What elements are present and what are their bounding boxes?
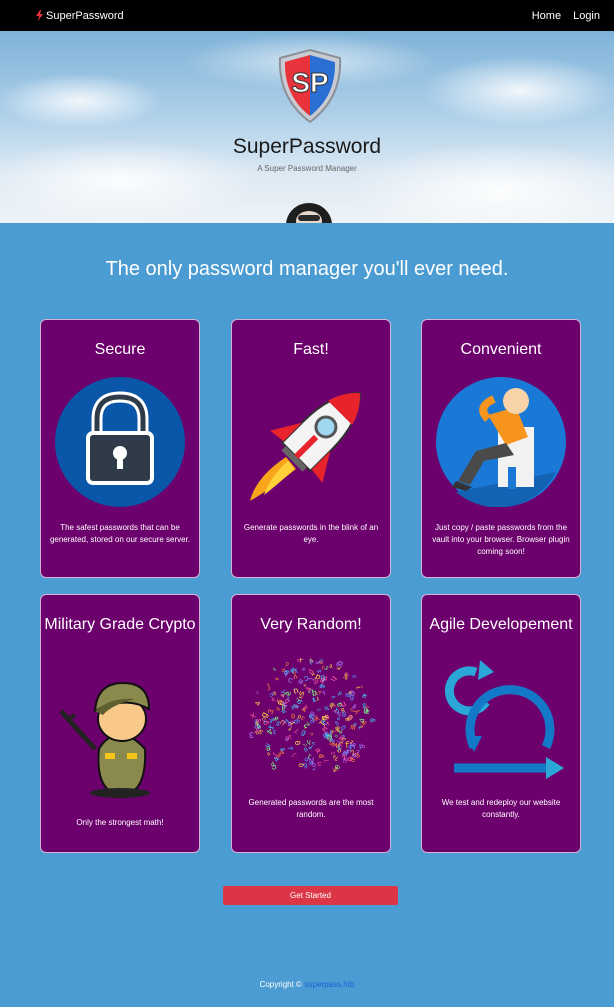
feature-card-agile: Agile Developement We test and redeploy …: [421, 594, 581, 853]
hero-face-image: [286, 203, 332, 223]
shield-logo: SP: [278, 48, 342, 124]
svg-text:7: 7: [301, 743, 307, 747]
footer: Copyright © superpass.htb: [0, 980, 614, 989]
feature-card-random: Very Random! v 6 g & x j p j i 1 8 f 9 p & @6 3 b f p a s% # z s…: [231, 594, 391, 853]
svg-text:h: h: [327, 674, 338, 684]
brand-link[interactable]: SuperPassword: [36, 10, 124, 22]
svg-text:3: 3: [331, 695, 338, 700]
footer-site-link[interactable]: superpass.htb: [304, 980, 354, 989]
card-title: Agile Developement: [429, 616, 573, 633]
svg-text:%: %: [330, 767, 339, 774]
feature-card-military: Military Grade Crypto Only the strongest…: [40, 594, 200, 853]
hero-title: SuperPassword: [232, 135, 382, 158]
rocket-icon: [250, 392, 361, 501]
card-title: Military Grade Crypto: [44, 616, 196, 633]
relaxing-person-icon: [436, 377, 566, 507]
copyright-text: Copyright ©: [259, 980, 305, 989]
svg-text:a: a: [329, 662, 334, 669]
lightning-icon: [36, 10, 43, 21]
nav-login-link[interactable]: Login: [573, 10, 600, 22]
svg-text:%: %: [342, 670, 351, 680]
svg-text:#: #: [273, 676, 281, 682]
svg-text:p: p: [348, 757, 357, 763]
card-title: Fast!: [293, 341, 329, 358]
svg-text:j: j: [266, 683, 272, 692]
svg-text:p: p: [337, 690, 343, 698]
svg-text:6: 6: [291, 719, 301, 725]
svg-text:5: 5: [315, 708, 321, 711]
card-title: Secure: [94, 341, 146, 358]
svg-text:0: 0: [292, 740, 302, 746]
agile-cycle-icon: [444, 660, 564, 779]
card-text: The safest passwords that can be generat…: [49, 523, 191, 544]
svg-text:&: &: [316, 753, 324, 759]
svg-text:6: 6: [349, 692, 354, 701]
svg-text:&: &: [367, 718, 375, 724]
card-title: Convenient: [460, 341, 542, 358]
feature-card-convenient: Convenient Just copy / paste passwords f…: [421, 319, 581, 578]
svg-text:b: b: [296, 762, 305, 768]
logo-text: SP: [291, 67, 328, 98]
hero-banner: SP SuperPassword A Super Password Manage…: [0, 31, 614, 223]
svg-text:m: m: [349, 723, 356, 733]
svg-text:c: c: [254, 689, 260, 696]
card-text: Generated passwords are the most random.: [248, 798, 374, 819]
svg-text:m: m: [364, 709, 372, 714]
feature-card-secure: Secure The safest passwords that can be …: [40, 319, 200, 578]
feature-card-fast: Fast! Generate passwords in the blink of…: [231, 319, 391, 578]
navbar: SuperPassword Home Login: [0, 0, 614, 31]
nav-home-link[interactable]: Home: [532, 10, 561, 22]
card-text: Only the strongest math!: [76, 818, 164, 827]
random-characters-icon: v6g&xjpji18f9p&@63bfpas%#zs238r4ga1ryvxb…: [248, 656, 376, 774]
svg-text:p: p: [336, 724, 340, 731]
card-text: We test and redeploy our website constan…: [441, 798, 561, 819]
get-started-button[interactable]: Get Started: [223, 886, 398, 905]
soldier-icon: [59, 681, 151, 798]
padlock-icon: [55, 377, 185, 507]
svg-text:s: s: [351, 674, 359, 680]
brand-name: SuperPassword: [46, 9, 124, 22]
card-title: Very Random!: [260, 616, 362, 633]
svg-text:p: p: [285, 660, 290, 667]
card-text: Just copy / paste passwords from the vau…: [432, 523, 570, 556]
svg-text:j: j: [290, 751, 298, 758]
tagline: The only password manager you'll ever ne…: [105, 258, 509, 280]
svg-text:z: z: [271, 667, 278, 673]
svg-text:z: z: [354, 685, 361, 691]
svg-text:4: 4: [255, 701, 264, 707]
nav-links: Home Login: [532, 10, 600, 22]
hero-subtitle: A Super Password Manager: [257, 164, 357, 173]
card-text: Generate passwords in the blink of an ey…: [243, 523, 379, 544]
svg-text:n: n: [310, 731, 314, 737]
